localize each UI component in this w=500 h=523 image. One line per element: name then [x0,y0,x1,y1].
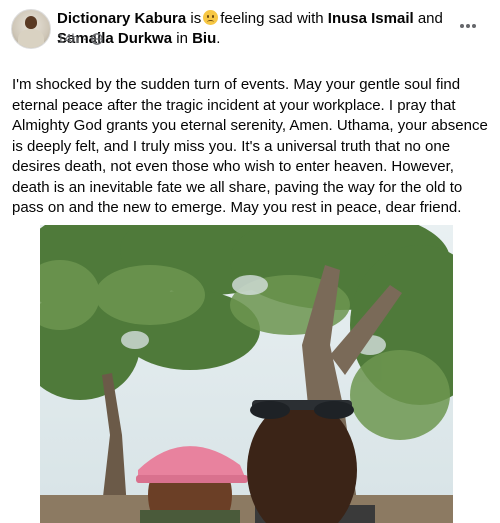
location-link[interactable]: Biu [192,30,216,47]
post-photo-image [40,225,453,523]
post-caption: I'm shocked by the sudden turn of events… [12,76,488,216]
avatar-figure-head [25,16,37,29]
feed-post: Dictionary Kabura is feeling sad with Inu… [0,0,500,523]
header-period: . [216,30,221,47]
meta-separator: · [82,31,88,46]
more-horizontal-icon [460,24,476,28]
connector-and: and [417,10,443,27]
avatar-figure-body [18,29,44,48]
connector-in: in [176,30,188,47]
author-avatar[interactable] [11,9,51,49]
post-header: Dictionary Kabura is feeling sad with Inu… [0,0,500,60]
sad-face-emoji-icon [203,10,219,25]
tagged-user-link-1[interactable]: Inusa Ismail [328,10,414,27]
feeling-text: feeling sad with [220,10,324,27]
connector-is: is [190,10,202,27]
globe-icon[interactable] [91,33,103,45]
post-meta: 14h · [57,31,103,47]
post-photo[interactable] [40,225,453,523]
author-name-link[interactable]: Dictionary Kabura [57,10,186,27]
post-timestamp[interactable]: 14h [57,31,79,47]
more-options-button[interactable] [452,10,484,42]
post-header-text: Dictionary Kabura is feeling sad with Inu… [57,9,457,49]
